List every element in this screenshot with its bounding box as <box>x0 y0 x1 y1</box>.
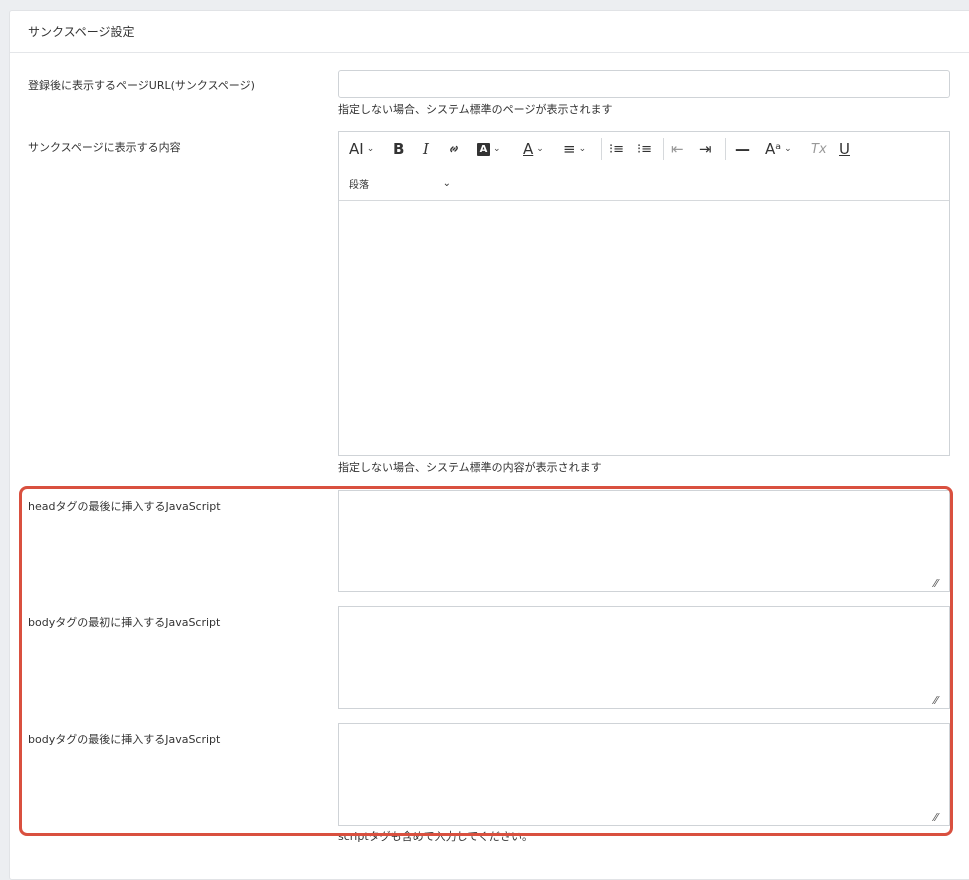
bulleted-list-icon: ⁝≡ <box>609 141 625 157</box>
bold-icon: B <box>393 140 405 158</box>
highlight-button[interactable]: A ⌄ <box>477 138 501 160</box>
editor-content-area[interactable] <box>339 201 949 455</box>
underline-button[interactable]: U <box>839 138 850 160</box>
align-button[interactable]: ≡ ⌄ <box>563 138 586 160</box>
numbered-list-button[interactable]: ⁝≡ <box>637 138 652 160</box>
link-icon <box>450 145 458 153</box>
thanks-url-input[interactable] <box>338 70 950 98</box>
italic-button[interactable]: I <box>423 138 429 160</box>
resize-handle-icon[interactable]: ⁄⁄ <box>934 578 946 590</box>
font-color-button[interactable]: A ⌄ <box>523 138 544 160</box>
underline-icon: U <box>839 140 850 158</box>
head-js-label: headタグの最後に挿入するJavaScript <box>28 500 221 513</box>
thanks-url-label: 登録後に表示するページURL(サンクスページ) <box>28 79 255 92</box>
body-start-js-textarea[interactable] <box>338 606 950 709</box>
body-start-js-label: bodyタグの最初に挿入するJavaScript <box>28 616 221 629</box>
horizontal-line-icon: — <box>735 140 750 158</box>
card-header: サンクスページ設定 <box>10 11 969 53</box>
body-end-js-label: bodyタグの最後に挿入するJavaScript <box>28 733 221 746</box>
thanks-content-label: サンクスページに表示する内容 <box>28 141 181 154</box>
thanks-page-settings-card: サンクスページ設定 登録後に表示するページURL(サンクスページ) 指定しない場… <box>9 10 969 880</box>
remove-format-button[interactable]: Tx <box>811 138 827 160</box>
italic-icon: I <box>423 140 429 158</box>
body-end-js-help: scriptタグも含めて入力してください。 <box>338 830 533 843</box>
toolbar-divider <box>601 138 602 160</box>
chevron-down-icon: ⌄ <box>442 177 451 189</box>
font-size-icon: AI <box>349 140 364 158</box>
chevron-down-icon: ⌄ <box>493 144 501 154</box>
editor-toolbar: AI ⌄ B I A ⌄ A ⌄ ≡ ⌄ ⁝≡ ⁝≡ ⇤ ⇥ — Aᵃ ⌄ Tx… <box>339 132 949 201</box>
toolbar-divider <box>725 138 726 160</box>
indent-button[interactable]: ⇥ <box>699 138 712 160</box>
toolbar-row: AI ⌄ B I A ⌄ A ⌄ ≡ ⌄ ⁝≡ ⁝≡ ⇤ ⇥ — Aᵃ ⌄ Tx… <box>339 132 949 166</box>
remove-format-icon: Tx <box>811 141 827 157</box>
chevron-down-icon: ⌄ <box>366 144 375 154</box>
thanks-url-help: 指定しない場合、システム標準のページが表示されます <box>338 103 613 116</box>
rich-text-editor: AI ⌄ B I A ⌄ A ⌄ ≡ ⌄ ⁝≡ ⁝≡ ⇤ ⇥ — Aᵃ ⌄ Tx… <box>338 131 950 456</box>
outdent-icon: ⇤ <box>671 140 684 158</box>
chevron-down-icon: ⌄ <box>784 144 792 154</box>
link-button[interactable] <box>447 138 461 160</box>
body-end-js-textarea[interactable] <box>338 723 950 826</box>
card-title: サンクスページ設定 <box>28 25 135 39</box>
resize-handle-icon[interactable]: ⁄⁄ <box>934 695 946 707</box>
resize-handle-icon[interactable]: ⁄⁄ <box>934 812 946 824</box>
heading-dropdown[interactable]: 段落 ⌄ <box>345 172 455 194</box>
outdent-button[interactable]: ⇤ <box>671 138 684 160</box>
toolbar-divider <box>663 138 664 160</box>
horizontal-line-button[interactable]: — <box>735 138 750 160</box>
special-characters-button[interactable]: Aᵃ ⌄ <box>765 138 792 160</box>
align-left-icon: ≡ <box>563 140 576 158</box>
thanks-content-help: 指定しない場合、システム標準の内容が表示されます <box>338 461 602 474</box>
font-color-icon: A <box>523 140 534 158</box>
font-size-button[interactable]: AI ⌄ <box>349 138 374 160</box>
numbered-list-icon: ⁝≡ <box>637 141 653 157</box>
chevron-down-icon: ⌄ <box>578 144 587 154</box>
chevron-down-icon: ⌄ <box>536 144 544 154</box>
heading-dropdown-value: 段落 <box>349 179 369 191</box>
head-js-textarea[interactable] <box>338 490 950 592</box>
bulleted-list-button[interactable]: ⁝≡ <box>609 138 624 160</box>
highlight-icon: A <box>477 142 490 156</box>
bold-button[interactable]: B <box>393 138 404 160</box>
indent-icon: ⇥ <box>699 140 712 158</box>
special-characters-icon: Aᵃ <box>765 140 782 158</box>
